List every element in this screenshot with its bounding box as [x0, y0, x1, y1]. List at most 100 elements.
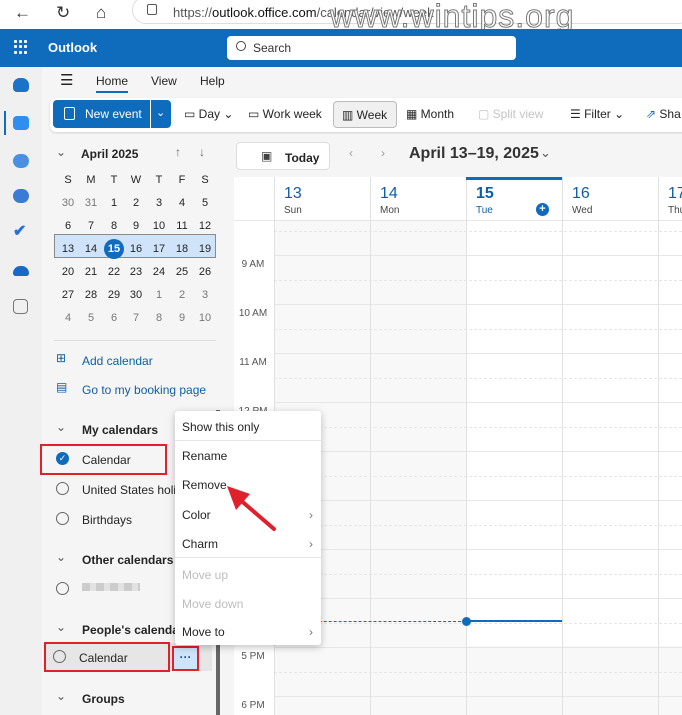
mini-calendar-day[interactable]: 5	[194, 197, 216, 209]
mini-calendar-day[interactable]: 2	[171, 289, 193, 301]
mini-calendar-day[interactable]: 3	[194, 289, 216, 301]
search-input[interactable]: Search	[227, 36, 516, 60]
day-view-button[interactable]: ▭ Day ⌄	[184, 107, 233, 121]
onedrive-icon[interactable]	[13, 266, 29, 276]
collapse-chevron-icon[interactable]: ⌄	[56, 145, 66, 159]
day-column[interactable]	[562, 177, 563, 715]
next-month-icon[interactable]: ↓	[199, 145, 205, 159]
mini-calendar-day[interactable]: 10	[194, 312, 216, 324]
mini-calendar-day[interactable]: 24	[148, 266, 170, 278]
calendar-item-people-calendar[interactable]: Calendar	[79, 651, 128, 665]
mini-calendar-day[interactable]: 11	[171, 220, 193, 232]
mini-calendar-day[interactable]: 17	[148, 243, 170, 255]
people-icon[interactable]	[13, 154, 29, 168]
todo-check-icon[interactable]: ✔	[13, 221, 26, 241]
new-event-button[interactable]: New event ⌄	[53, 100, 171, 128]
groups-icon[interactable]	[13, 189, 29, 203]
add-event-icon[interactable]: +	[536, 203, 549, 216]
day-number[interactable]: 15	[476, 185, 494, 203]
unchecked-icon[interactable]	[56, 482, 69, 495]
mini-calendar-day[interactable]: 1	[148, 289, 170, 301]
mini-calendar-day[interactable]: 7	[125, 312, 147, 324]
previous-week-icon[interactable]: ‹	[349, 146, 353, 160]
calendar-icon[interactable]	[13, 116, 29, 130]
split-view-button[interactable]: ▢ Split view	[478, 107, 543, 121]
chevron-down-icon[interactable]: ⌄	[56, 550, 66, 564]
day-number[interactable]: 17	[668, 185, 682, 203]
mini-calendar-day[interactable]: 27	[57, 289, 79, 301]
mini-calendar-day[interactable]: 20	[57, 266, 79, 278]
day-number[interactable]: 16	[572, 185, 590, 203]
day-column[interactable]	[466, 177, 467, 715]
mini-calendar-day[interactable]: 23	[125, 266, 147, 278]
chevron-down-icon[interactable]: ⌄	[540, 145, 551, 161]
mini-calendar-day[interactable]: 4	[57, 312, 79, 324]
mini-calendar-day[interactable]: 18	[171, 243, 193, 255]
mini-calendar-day[interactable]: 16	[125, 243, 147, 255]
more-apps-icon[interactable]	[13, 299, 28, 314]
unchecked-icon[interactable]	[56, 582, 69, 595]
mini-calendar-day[interactable]: 28	[80, 289, 102, 301]
mini-calendar-day[interactable]: 2	[125, 197, 147, 209]
mini-calendar-day[interactable]: 6	[103, 312, 125, 324]
mini-calendar-day[interactable]: 4	[171, 197, 193, 209]
mini-calendar-day[interactable]: 25	[171, 266, 193, 278]
mini-calendar-day[interactable]: 9	[171, 312, 193, 324]
unchecked-icon[interactable]	[53, 650, 66, 663]
mini-calendar-day[interactable]: 19	[194, 243, 216, 255]
tab-home[interactable]: Home	[96, 74, 129, 93]
chevron-down-icon[interactable]: ⌄	[56, 620, 66, 634]
section-other-calendars[interactable]: Other calendars	[82, 553, 173, 567]
mini-calendar-day[interactable]: 12	[194, 220, 216, 232]
menu-item-move-to[interactable]: Move to	[182, 625, 225, 639]
today-button[interactable]: ▣ Today	[236, 142, 330, 170]
calendar-item-calendar[interactable]: Calendar	[82, 453, 131, 467]
add-calendar-link[interactable]: Add calendar	[82, 354, 153, 368]
day-number[interactable]: 14	[380, 185, 398, 203]
mini-calendar-day[interactable]: 7	[80, 220, 102, 232]
home-icon[interactable]: ⌂	[96, 3, 106, 23]
work-week-button[interactable]: ▭ Work week	[248, 107, 322, 121]
day-number[interactable]: 13	[284, 185, 302, 203]
mini-calendar-day[interactable]: 26	[194, 266, 216, 278]
week-view-button[interactable]: ▥ Week	[333, 101, 397, 128]
mini-calendar-day[interactable]: 3	[148, 197, 170, 209]
mini-calendar-day[interactable]: 13	[57, 243, 79, 255]
mini-calendar-day[interactable]: 22	[103, 266, 125, 278]
day-column[interactable]	[658, 177, 659, 715]
mini-calendar-day[interactable]: 8	[148, 312, 170, 324]
mini-calendar-day[interactable]: 15	[104, 239, 124, 259]
mini-calendar-day[interactable]: 8	[103, 220, 125, 232]
booking-page-link[interactable]: Go to my booking page	[82, 383, 206, 397]
menu-item-charm[interactable]: Charm	[182, 537, 218, 551]
previous-month-icon[interactable]: ↑	[175, 145, 181, 159]
mini-calendar-day[interactable]: 5	[80, 312, 102, 324]
section-groups[interactable]: Groups	[82, 692, 125, 706]
mini-calendar-day[interactable]: 21	[80, 266, 102, 278]
mini-calendar-day[interactable]: 6	[57, 220, 79, 232]
tab-help[interactable]: Help	[200, 74, 225, 88]
mail-icon[interactable]	[13, 78, 29, 92]
app-launcher-icon[interactable]	[14, 40, 28, 54]
filter-button[interactable]: ☰ Filter ⌄	[570, 107, 624, 121]
menu-item-color[interactable]: Color	[182, 508, 211, 522]
checked-icon[interactable]: ✓	[56, 452, 69, 465]
date-range-title[interactable]: April 13–19, 2025	[409, 145, 539, 163]
mini-calendar-day[interactable]: 1	[103, 197, 125, 209]
month-view-button[interactable]: ▦ Month	[406, 107, 454, 121]
day-column[interactable]	[370, 177, 371, 715]
mini-calendar-day[interactable]: 9	[125, 220, 147, 232]
section-my-calendars[interactable]: My calendars	[82, 423, 158, 437]
more-options-button[interactable]: ···	[172, 646, 199, 671]
back-icon[interactable]: ←	[14, 3, 31, 23]
unchecked-icon[interactable]	[56, 512, 69, 525]
refresh-icon[interactable]: ↻	[56, 3, 70, 23]
chevron-down-icon[interactable]: ⌄	[156, 106, 165, 119]
mini-calendar-day[interactable]: 29	[103, 289, 125, 301]
mini-calendar-day[interactable]: 10	[148, 220, 170, 232]
blurred-calendar-name[interactable]	[82, 583, 140, 591]
mini-calendar-day[interactable]: 30	[57, 197, 79, 209]
menu-item-show-this-only[interactable]: Show this only	[182, 420, 259, 434]
chevron-down-icon[interactable]: ⌄	[56, 689, 66, 703]
chevron-down-icon[interactable]: ⌄	[56, 420, 66, 434]
